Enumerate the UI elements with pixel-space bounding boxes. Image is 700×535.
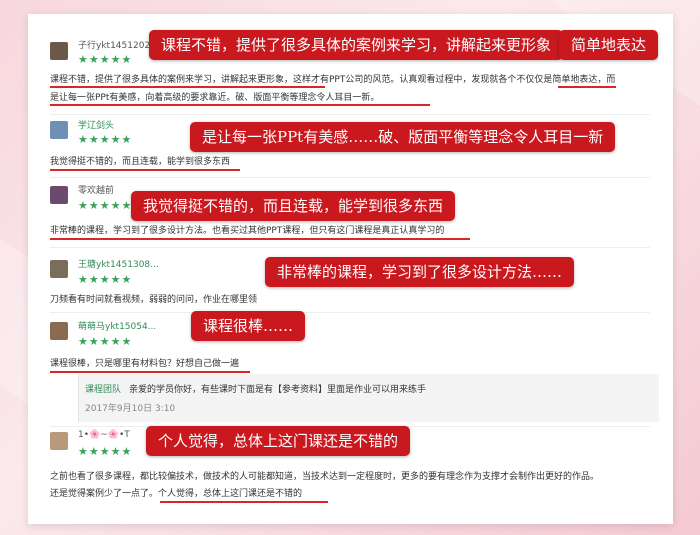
username[interactable]: 子行ykt1451202 <box>78 38 150 51</box>
review-text: 刀频看有时间就看视频，弱弱的问问，作业在哪里领 <box>50 295 258 305</box>
reply-date: 2017年9月10日 3:10 <box>85 404 176 414</box>
callout-banner: 我觉得挺不错的，而且连载，能学到很多东西 <box>131 191 456 221</box>
callout-banner: 是让每一张PPt有美感……破、版面平衡等理念令人耳目一新 <box>190 122 616 152</box>
underline <box>50 238 470 240</box>
divider <box>50 312 650 313</box>
avatar[interactable] <box>50 186 68 204</box>
rating-stars: ★★★★★ <box>78 53 133 66</box>
review-text: 还是觉得案例少了一点了。个人觉得，总体上这门课还是不错的 <box>50 489 303 499</box>
callout-banner: 课程不错，提供了很多具体的案例来学习，讲解起来更形象 <box>149 30 564 60</box>
callout-banner: 课程很棒…… <box>191 311 306 341</box>
rating-stars: ★★★★★ <box>78 199 133 212</box>
rating-stars: ★★★★★ <box>78 335 133 348</box>
underline <box>50 86 325 88</box>
callout-banner: 非常棒的课程，学习到了很多设计方法…… <box>265 257 575 287</box>
username[interactable]: 萌萌马ykt15054... <box>78 319 156 332</box>
underline <box>558 86 616 88</box>
reply-text: 亲爱的学员你好，有些课时下面是有【参考资料】里面是作业可以用来练手 <box>129 385 427 395</box>
underline <box>160 501 328 503</box>
divider <box>50 114 650 115</box>
rating-stars: ★★★★★ <box>78 273 133 286</box>
divider <box>50 247 650 248</box>
review-text: 课程很棒，只是哪里有材料包？好想自己做一遍 <box>50 359 240 369</box>
username[interactable]: 学辽剑头 <box>78 118 114 131</box>
avatar[interactable] <box>50 42 68 60</box>
rating-stars: ★★★★★ <box>78 445 133 458</box>
review-text: 我觉得挺不错的，而且连载，能学到很多东西 <box>50 157 231 167</box>
avatar[interactable] <box>50 322 68 340</box>
avatar[interactable] <box>50 121 68 139</box>
avatar[interactable] <box>50 432 68 450</box>
reviews-panel: 子行ykt1451202 ★★★★★ 课程不错，提供了很多具体的案例来学习，讲解… <box>28 14 673 524</box>
underline <box>50 371 250 373</box>
callout-banner: 简单地表达 <box>559 30 659 60</box>
team-reply: 课程团队 亲爱的学员你好，有些课时下面是有【参考资料】里面是作业可以用来练手 2… <box>78 374 659 422</box>
username[interactable]: 王瑭ykt1451308... <box>78 257 159 270</box>
username[interactable]: 1•🌸~🌸•T <box>78 430 130 440</box>
review-text: 非常棒的课程，学习到了很多设计方法。也看买过其他PPT课程，但只有这门课程是真正… <box>50 226 445 236</box>
callout-banner: 个人觉得，总体上这门课还是不错的 <box>146 426 411 456</box>
divider <box>50 177 650 178</box>
rating-stars: ★★★★★ <box>78 133 133 146</box>
reply-author[interactable]: 课程团队 <box>85 382 121 395</box>
review-text: 之前也看了很多课程，都比较偏技术，做技术的人可能都知道，当技术达到一定程度时，更… <box>50 472 600 482</box>
underline <box>50 104 430 106</box>
username[interactable]: 零欢越前 <box>78 183 114 196</box>
avatar[interactable] <box>50 260 68 278</box>
underline <box>50 169 240 171</box>
